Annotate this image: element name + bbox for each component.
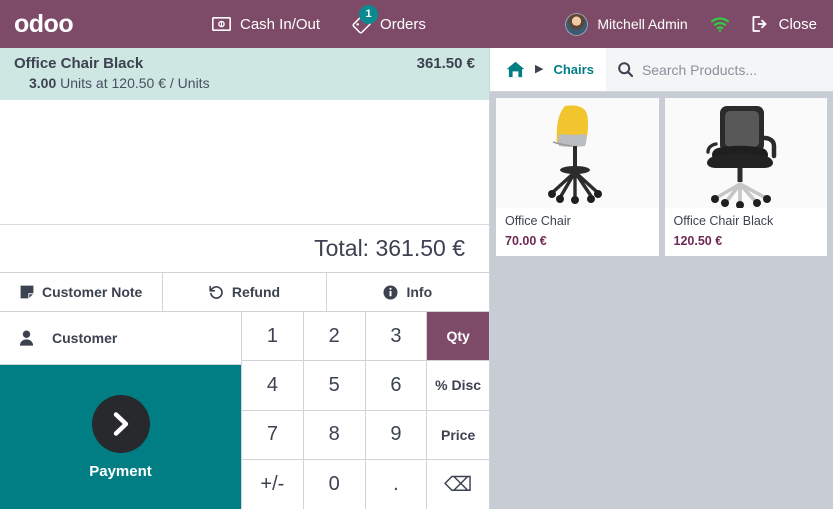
info-button[interactable]: Info [326, 273, 489, 311]
close-label: Close [778, 15, 817, 33]
orders-button[interactable]: 1 Orders [350, 4, 428, 38]
navbar-center: Cash In/Out 1 Orders [210, 4, 563, 38]
cash-in-out-label: Cash In/Out [240, 15, 321, 33]
user-name-label: Mitchell Admin [597, 16, 688, 32]
products-panel: ▶ Chairs Search Products... Office Chair… [490, 48, 833, 509]
orderline-qty: 3.00 [29, 75, 57, 91]
navbar-right: Mitchell Admin Close [563, 9, 833, 40]
numpad-mode-price[interactable]: Price [427, 410, 489, 460]
chevron-right-icon [91, 394, 150, 453]
orders-count-badge: 1 [359, 4, 379, 24]
numpad-mode-qty[interactable]: Qty [427, 312, 489, 362]
orderline-selected[interactable]: Office Chair Black 361.50 € 3.00 Units a… [0, 48, 489, 100]
orderline-unit-suffix: / Units [169, 75, 210, 91]
search-icon [618, 62, 633, 77]
order-bottom-area: Customer Payment 1 2 3 Qty 4 5 6 % Disc … [0, 312, 489, 509]
product-image-yellow-office-chair [496, 98, 659, 208]
refund-button[interactable]: Refund [163, 273, 327, 311]
product-price: 120.50 € [673, 234, 723, 248]
avatar [565, 12, 589, 36]
undo-icon [209, 285, 224, 300]
numpad-mode-discount[interactable]: % Disc [427, 361, 489, 411]
product-image-black-office-chair [664, 98, 827, 208]
order-total-bar: Total: 361.50 € [0, 225, 489, 273]
cash-in-out-button[interactable]: Cash In/Out [210, 12, 322, 37]
orderline-unit-label: Units at [60, 75, 108, 91]
backspace-icon[interactable]: ⌫ [427, 459, 489, 509]
brand-area: odoo [0, 11, 210, 37]
home-icon[interactable] [506, 61, 525, 78]
product-info: Office Chair Black 120.50 € [665, 208, 828, 256]
product-name: Office Chair [505, 214, 571, 228]
banknote-icon [212, 17, 231, 31]
numpad-key-2[interactable]: 2 [303, 312, 366, 362]
numpad-key-6[interactable]: 6 [365, 361, 428, 411]
numpad-key-1[interactable]: 1 [242, 312, 304, 362]
numpad-key-5[interactable]: 5 [303, 361, 366, 411]
numpad-key-9[interactable]: 9 [365, 410, 428, 460]
numpad-key-3[interactable]: 3 [365, 312, 428, 362]
orderline-product-name: Office Chair Black [14, 55, 144, 72]
info-label: Info [406, 284, 433, 300]
numpad-key-0[interactable]: 0 [303, 459, 366, 509]
breadcrumb-category[interactable]: Chairs [553, 62, 593, 77]
orderline-subtotal: 361.50 € [416, 55, 475, 72]
orderline-detail-row: 3.00 Units at 120.50 € / Units [14, 75, 475, 91]
info-circle-icon [383, 285, 398, 300]
sign-out-icon [752, 16, 770, 32]
orderline-main-row: Office Chair Black 361.50 € [14, 55, 475, 72]
orders-label: Orders [380, 15, 426, 33]
orderlines-list[interactable]: Office Chair Black 361.50 € 3.00 Units a… [0, 48, 489, 225]
odoo-logo[interactable]: odoo [14, 11, 74, 37]
user-menu-button[interactable]: Mitchell Admin [563, 9, 689, 40]
order-actions-row: Customer Note Refund Info [0, 273, 489, 312]
product-info: Office Chair 70.00 € [496, 208, 659, 256]
numpad-key-4[interactable]: 4 [242, 361, 304, 411]
products-search-row: ▶ Chairs [490, 48, 833, 92]
refund-label: Refund [231, 284, 281, 300]
product-grid: Office Chair 70.00 € Office Chair Black … [490, 92, 833, 509]
customer-note-button[interactable]: Customer Note [0, 273, 164, 311]
payment-button[interactable]: Payment [0, 365, 241, 509]
orderline-unit-price: 120.50 € [111, 75, 167, 91]
search-box[interactable] [605, 48, 833, 91]
numpad-key-7[interactable]: 7 [242, 410, 304, 460]
user-icon [0, 330, 52, 346]
numpad-key-8[interactable]: 8 [303, 410, 366, 460]
search-input[interactable] [641, 61, 821, 78]
numpad: 1 2 3 Qty 4 5 6 % Disc 7 8 9 Price +/- 0… [242, 312, 489, 509]
order-panel: Office Chair Black 361.50 € 3.00 Units a… [0, 48, 490, 509]
numpad-key-decimal[interactable]: . [365, 459, 428, 509]
note-icon [20, 285, 34, 299]
numpad-key-plusminus[interactable]: +/- [242, 459, 304, 509]
product-card[interactable]: Office Chair 70.00 € [496, 98, 659, 256]
product-price: 70.00 € [505, 234, 547, 248]
customer-label: Customer [52, 330, 118, 346]
product-name: Office Chair Black [673, 214, 774, 228]
wifi-icon[interactable] [710, 16, 730, 32]
close-button[interactable]: Close [750, 12, 819, 37]
order-total-label: Total: 361.50 € [314, 235, 465, 261]
breadcrumb: ▶ Chairs [490, 48, 606, 91]
top-navbar: odoo Cash In/Out 1 Orders Mitchell Admin… [0, 0, 833, 48]
customer-payment-column: Customer Payment [0, 312, 242, 509]
product-card[interactable]: Office Chair Black 120.50 € [664, 98, 828, 256]
pos-screen: odoo Cash In/Out 1 Orders Mitchell Admin… [0, 0, 833, 509]
customer-select-button[interactable]: Customer [0, 312, 241, 365]
chevron-right-icon: ▶ [535, 63, 544, 75]
payment-label: Payment [89, 462, 152, 480]
customer-note-label: Customer Note [41, 284, 143, 300]
